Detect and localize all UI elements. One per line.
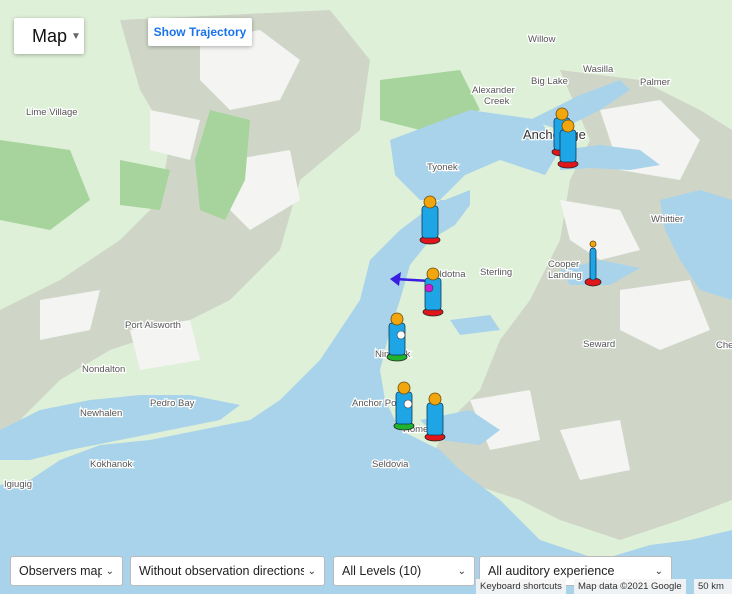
show-trajectory-button[interactable]: Show Trajectory	[148, 18, 252, 46]
map-type-label: Map	[32, 25, 68, 46]
chevron-down-icon: ⌄	[654, 565, 663, 577]
label-kokhanok: Kokhanok	[90, 459, 133, 470]
label-whittier: Whittier	[651, 214, 683, 225]
map-data-attribution: Map data ©2021 Google	[574, 579, 686, 594]
map-type-dropdown[interactable]: Map ▼	[14, 18, 84, 54]
label-seldovia: Seldovia	[372, 459, 409, 470]
map-canvas[interactable]: Willow Wasilla Palmer Big Lake Alexander…	[0, 0, 732, 594]
chevron-down-icon: ⌄	[307, 565, 316, 577]
chevron-down-icon: ⌄	[457, 565, 466, 577]
observers-map-select[interactable]: Observers map ⌄	[10, 556, 123, 586]
levels-value: All Levels (10)	[342, 564, 422, 578]
chevron-down-icon: ⌄	[105, 565, 114, 577]
label-nondalton: Nondalton	[82, 364, 125, 375]
label-lime-village: Lime Village	[26, 107, 78, 118]
keyboard-shortcuts-link[interactable]: Keyboard shortcuts	[476, 579, 566, 594]
label-chenega: Che	[716, 340, 732, 351]
label-newhalen: Newhalen	[80, 408, 122, 419]
levels-select[interactable]: All Levels (10) ⌄	[333, 556, 475, 586]
label-port-alsworth: Port Alsworth	[125, 320, 181, 331]
map-tiles: Willow Wasilla Palmer Big Lake Alexander…	[0, 0, 732, 594]
label-sterling: Sterling	[480, 267, 512, 278]
label-palmer: Palmer	[640, 77, 670, 88]
observers-map-value: Observers map	[19, 564, 102, 578]
label-seward: Seward	[583, 339, 615, 350]
observation-directions-value: Without observation directions	[139, 564, 304, 578]
label-willow: Willow	[528, 34, 556, 45]
label-pedro-bay: Pedro Bay	[150, 398, 195, 409]
auditory-experience-value: All auditory experience	[488, 564, 615, 578]
label-cooper-landing: Cooper Landing	[548, 259, 582, 281]
observation-directions-select[interactable]: Without observation directions ⌄	[130, 556, 325, 586]
label-igiugig: Igiugig	[4, 479, 32, 490]
scale-bar: 50 km	[694, 579, 732, 594]
label-tyonek: Tyonek	[427, 162, 458, 173]
label-wasilla: Wasilla	[583, 64, 614, 75]
caret-down-icon: ▼	[71, 30, 81, 42]
label-big-lake: Big Lake	[531, 76, 568, 87]
